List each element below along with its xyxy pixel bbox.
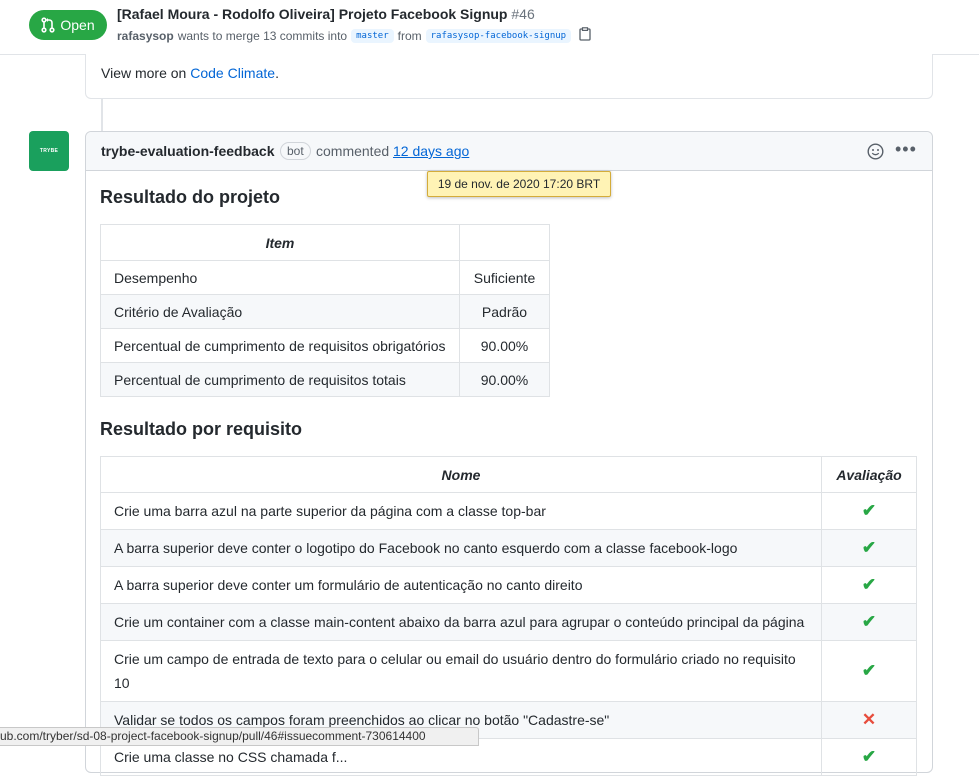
result-table: Item Desempenho Suficiente Critério de Av… xyxy=(100,224,550,397)
table-row: Crie um container com a classe main-cont… xyxy=(100,603,917,641)
timeline-line xyxy=(101,99,103,131)
check-icon: ✔ xyxy=(821,603,917,641)
comment-time-link[interactable]: 12 days ago xyxy=(393,143,469,159)
check-icon: ✔ xyxy=(821,640,917,702)
period: . xyxy=(275,65,279,81)
check-icon: ✔ xyxy=(821,529,917,567)
table-cell: Critério de Avaliação xyxy=(100,294,460,329)
table-cell: Desempenho xyxy=(100,260,460,295)
column-header: Nome xyxy=(100,456,822,493)
previous-comment: View more on Code Climate. xyxy=(85,54,933,99)
table-cell: 90.00% xyxy=(459,362,550,397)
column-header xyxy=(459,224,550,261)
table-header-row: Nome Avaliação xyxy=(100,456,917,493)
table-cell: Percentual de cumprimento de requisitos … xyxy=(100,328,460,363)
pr-author[interactable]: rafasysop xyxy=(117,29,174,43)
requirement-name: Crie um container com a classe main-cont… xyxy=(100,603,822,641)
requirement-name: A barra superior deve conter um formulár… xyxy=(100,566,822,604)
pr-header: Open [Rafael Moura - Rodolfo Oliveira] P… xyxy=(0,0,979,55)
code-climate-text: View more on Code Climate. xyxy=(101,65,279,81)
base-branch[interactable]: master xyxy=(351,28,394,43)
comment-header: trybe-evaluation-feedback bot commented … xyxy=(86,132,932,171)
check-icon: ✔ xyxy=(821,738,917,776)
requirement-name: Crie uma barra azul na parte superior da… xyxy=(100,492,822,530)
state-label: Open xyxy=(60,17,95,33)
table-row: A barra superior deve conter o logotipo … xyxy=(100,529,917,567)
commented-text: commented xyxy=(316,143,390,159)
column-header: Avaliação xyxy=(821,456,917,493)
table-row: Percentual de cumprimento de requisitos … xyxy=(100,328,550,363)
table-row: Percentual de cumprimento de requisitos … xyxy=(100,362,550,397)
state-badge: Open xyxy=(29,10,107,40)
bot-label: bot xyxy=(280,142,311,160)
pr-number: #46 xyxy=(511,6,535,22)
pr-title: [Rafael Moura - Rodolfo Oliveira] Projet… xyxy=(117,6,535,22)
requirement-name: A barra superior deve conter o logotipo … xyxy=(100,529,822,567)
timestamp-tooltip: 19 de nov. de 2020 17:20 BRT xyxy=(427,171,611,197)
head-branch[interactable]: rafasysop-facebook-signup xyxy=(425,28,572,43)
code-climate-link[interactable]: Code Climate xyxy=(190,65,275,81)
table-row: A barra superior deve conter um formulár… xyxy=(100,566,917,604)
avatar[interactable]: TRYBE xyxy=(29,131,69,171)
cross-icon: ✕ xyxy=(821,701,917,739)
view-more-text: View more on xyxy=(101,65,191,81)
table-cell: Suficiente xyxy=(459,260,550,295)
comment-author[interactable]: trybe-evaluation-feedback xyxy=(101,143,275,159)
pr-title-text: [Rafael Moura - Rodolfo Oliveira] Projet… xyxy=(117,6,508,22)
smiley-icon[interactable] xyxy=(867,143,884,163)
table-cell: Percentual de cumprimento de requisitos … xyxy=(100,362,460,397)
table-row: Crie uma barra azul na parte superior da… xyxy=(100,492,917,530)
check-icon: ✔ xyxy=(821,566,917,604)
table-row: Crie um campo de entrada de texto para o… xyxy=(100,640,917,702)
requirements-heading: Resultado por requisito xyxy=(100,419,303,439)
column-header: Item xyxy=(100,224,460,261)
table-cell: Padrão xyxy=(459,294,550,329)
table-row: Desempenho Suficiente xyxy=(100,260,550,295)
table-header-row: Item xyxy=(100,224,550,261)
avatar-text: TRYBE xyxy=(39,148,59,154)
requirement-name: Crie um campo de entrada de texto para o… xyxy=(100,640,822,702)
merge-text: wants to merge 13 commits into xyxy=(177,28,348,43)
table-row: Critério de Avaliação Padrão xyxy=(100,294,550,329)
status-bar-url: ub.com/tryber/sd-08-project-facebook-sig… xyxy=(0,727,479,746)
pull-request-icon xyxy=(41,17,55,33)
result-heading: Resultado do projeto xyxy=(100,187,280,207)
pr-meta: rafasysop wants to merge 13 commits into… xyxy=(117,27,591,44)
from-text: from xyxy=(397,28,422,43)
table-cell: 90.00% xyxy=(459,328,550,363)
check-icon: ✔ xyxy=(821,492,917,530)
clipboard-icon[interactable] xyxy=(579,27,591,44)
more-options-icon[interactable]: ••• xyxy=(895,139,917,160)
